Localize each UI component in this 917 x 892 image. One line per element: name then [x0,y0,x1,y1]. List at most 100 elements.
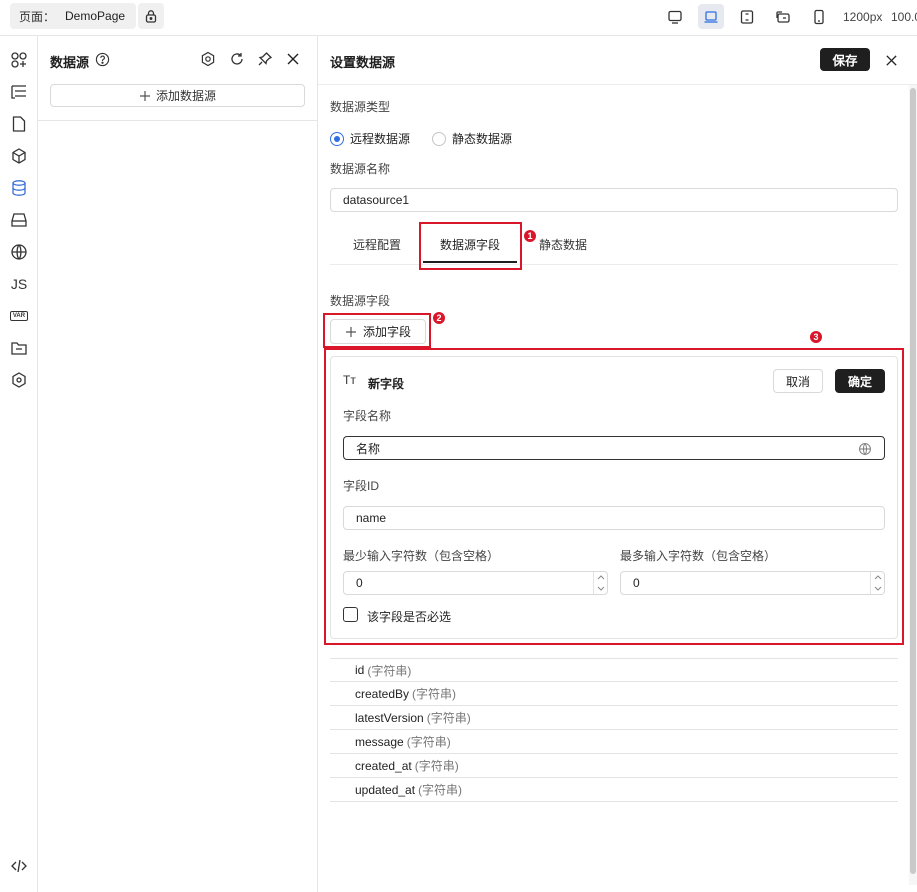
field-list-item[interactable]: latestVersion (字符串) [330,706,898,730]
sidebar-item-folder[interactable] [7,336,31,360]
page-name: DemoPage [65,9,126,23]
page-label: 页面： [19,9,56,24]
field-list-type: (字符串) [414,759,459,773]
sidebar-item-globe[interactable] [7,240,31,264]
device-laptop-button[interactable] [698,4,724,29]
pin-icon [258,52,273,66]
sidebar-item-plugin[interactable] [7,368,31,392]
folder-icon [11,342,27,355]
js-label: JS [10,276,28,292]
sidebar-item-js[interactable]: JS [7,272,31,296]
datasource-name-value: datasource1 [343,193,410,207]
close-icon [287,53,299,65]
datasource-panel-title: 数据源 [50,55,90,70]
components-icon [11,52,27,68]
tabs-divider [330,264,898,265]
radio-static-datasource[interactable]: 静态数据源 [432,130,512,147]
save-button[interactable]: 保存 [820,48,870,71]
field-list-name: createdBy [355,686,410,701]
plugin-icon [12,372,26,388]
annotation-box-1 [419,222,522,270]
close-panel-button[interactable] [284,50,302,68]
tab-remote-config[interactable]: 远程配置 [353,236,401,253]
add-datasource-label: 添加数据源 [155,89,216,103]
close-settings-button[interactable] [882,51,900,69]
field-list-name: latestVersion [355,710,424,725]
sidebar-item-page[interactable] [7,112,31,136]
sidebar-item-drive[interactable] [7,208,31,232]
field-list-type: (字符串) [418,783,463,797]
tab-static-data[interactable]: 静态数据 [539,236,587,253]
page-icon [12,116,26,132]
annotation-badge-1: 1 [523,229,537,243]
device-tablet-landscape-button[interactable] [770,4,796,29]
help-icon [95,52,109,66]
radio-label: 静态数据源 [452,132,513,146]
outline-icon [11,85,26,99]
datasource-settings-button[interactable] [199,50,217,68]
field-list-item[interactable]: message (字符串) [330,730,898,754]
field-list-name: message [355,734,404,749]
field-list-name: updated_at [355,782,416,797]
canvas-width[interactable]: 1200px [843,10,882,24]
sidebar-item-outline[interactable] [7,80,31,104]
code-icon [11,859,27,873]
radio-remote-datasource[interactable]: 远程数据源 [330,130,410,147]
tablet-landscape-icon [776,10,790,23]
sidebar-item-var[interactable]: VAR [7,304,31,328]
datasource-name-input[interactable]: datasource1 [330,188,898,212]
phone-icon [814,9,824,24]
top-bar: 页面： DemoPage 1200px 100.0 [0,0,917,36]
datasource-name-label: 数据源名称 [330,162,391,176]
datasource-panel: 数据源 添加数据源 [38,36,318,892]
sidebar-item-datasource[interactable] [7,176,31,200]
var-label: VAR [9,311,29,321]
annotation-badge-3: 3 [809,330,823,344]
canvas-zoom[interactable]: 100.0 [891,10,917,24]
lock-button[interactable] [138,3,164,29]
sidebar-item-cube[interactable] [7,144,31,168]
database-icon [12,180,26,196]
globe-icon [11,244,27,260]
radio-label: 远程数据源 [350,132,411,146]
annotation-box-2 [323,313,431,348]
refresh-icon [231,53,243,65]
device-tablet-button[interactable] [734,4,760,29]
field-list-item[interactable]: created_at (字符串) [330,754,898,778]
radio-dot [330,131,344,146]
pin-button[interactable] [256,50,274,68]
help-button[interactable] [93,50,111,68]
scrollbar-thumb[interactable] [910,88,916,874]
sidebar-item-components[interactable] [7,48,31,72]
field-list-item[interactable]: createdBy (字符串) [330,682,898,706]
annotation-badge-2: 2 [432,311,446,325]
annotation-box-3 [324,348,904,645]
field-list-type: (字符串) [367,663,412,678]
laptop-icon [704,10,718,23]
datasource-type-label: 数据源类型 [330,100,391,114]
device-desktop-button[interactable] [662,4,688,29]
field-list-type: (字符串) [412,687,457,701]
close-icon [885,54,897,66]
lock-icon [145,10,157,23]
drive-icon [11,213,27,227]
gear-icon [201,51,215,67]
field-list-type: (字符串) [406,735,451,749]
cube-icon [12,148,26,164]
add-datasource-button[interactable]: 添加数据源 [50,84,305,107]
field-list-type: (字符串) [426,711,471,725]
radio-dot [432,131,446,146]
divider [318,84,917,85]
tablet-icon [740,9,754,24]
device-phone-button[interactable] [806,4,832,29]
sidebar-item-code[interactable] [7,854,31,878]
field-list-item[interactable]: updated_at (字符串) [330,778,898,802]
page-selector[interactable]: 页面： DemoPage [10,3,137,29]
left-sidebar: JS VAR [0,36,38,892]
divider [38,120,318,121]
datasource-settings-panel: 设置数据源 保存 数据源类型 远程数据源 静态数据源 数据源名称 datasou… [318,36,917,892]
field-list-name: id [355,663,365,677]
field-list-item[interactable]: id (字符串) [330,658,898,682]
plus-icon [139,90,150,101]
refresh-button[interactable] [228,50,246,68]
